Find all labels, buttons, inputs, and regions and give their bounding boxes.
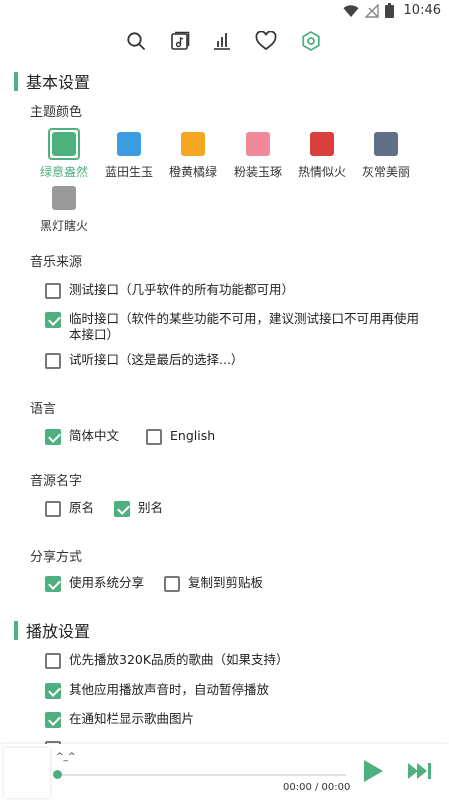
swatch-label: 灰常美丽 — [361, 165, 410, 179]
settings-icon[interactable] — [298, 28, 324, 54]
checkbox[interactable] — [45, 312, 61, 328]
playback-option-auto-pause[interactable]: 其他应用播放声音时，自动暂停播放 — [45, 682, 269, 699]
checkbox-label: 优先播放320K品质的歌曲（如果支持） — [69, 652, 289, 667]
theme-swatch-pink[interactable]: 粉装玉琢 — [229, 128, 287, 188]
section-marker — [14, 71, 18, 91]
checkbox[interactable] — [146, 429, 162, 445]
checkbox-label: 其他应用播放声音时，自动暂停播放 — [69, 682, 270, 697]
playback-option-notification-cover[interactable]: 在通知栏显示歌曲图片 — [45, 711, 194, 728]
no-signal-icon — [364, 3, 379, 18]
language-option-zh[interactable]: 简体中文 — [45, 428, 119, 445]
clock: 10:46 — [403, 3, 441, 18]
play-icon[interactable] — [360, 758, 386, 784]
next-track-icon[interactable] — [407, 760, 435, 782]
checkbox[interactable] — [45, 501, 61, 517]
theme-color-label: 主题颜色 — [30, 105, 83, 120]
favorite-icon[interactable] — [253, 28, 279, 54]
checkbox[interactable] — [45, 712, 61, 728]
checkbox-label: 简体中文 — [69, 428, 120, 443]
song-title: ^_^ — [56, 752, 76, 762]
checkbox-label: 复制到剪贴板 — [188, 575, 264, 590]
swatch-color — [52, 132, 76, 156]
section-title: 基本设置 — [26, 73, 91, 92]
source-name-alias[interactable]: 别名 — [114, 500, 163, 517]
progress-handle[interactable] — [53, 770, 62, 779]
theme-swatch-blue[interactable]: 蓝田生玉 — [100, 128, 158, 188]
playback-option-320k[interactable]: 优先播放320K品质的歌曲（如果支持） — [45, 652, 289, 669]
swatch-label: 黑灯瞎火 — [39, 219, 88, 233]
section-playback-settings: 播放设置 — [14, 619, 90, 641]
checkbox-label: 使用系统分享 — [69, 575, 145, 590]
swatch-label: 粉装玉琢 — [233, 165, 282, 179]
section-marker — [14, 620, 18, 640]
mini-player: ^_^ 00:00 / 00:00 — [0, 744, 449, 800]
checkbox[interactable] — [114, 501, 130, 517]
status-bar: 10:46 — [0, 0, 449, 24]
checkbox-label: 测试接口（几乎软件的所有功能都可用） — [69, 282, 295, 297]
theme-swatch-dark[interactable]: 黑灯瞎火 — [35, 182, 93, 242]
checkbox[interactable] — [45, 576, 61, 592]
progress-track[interactable] — [58, 774, 346, 776]
theme-swatch-gray[interactable]: 灰常美丽 — [357, 128, 415, 188]
language-option-en[interactable]: English — [146, 428, 215, 445]
battery-icon — [384, 3, 394, 18]
checkbox[interactable] — [45, 429, 61, 445]
checkbox-label: 临时接口（软件的某些功能不可用，建议测试接口不可用再使用本接口） — [69, 311, 420, 342]
swatch-label: 蓝田生玉 — [104, 165, 153, 179]
language-label: 语言 — [30, 402, 57, 417]
checkbox[interactable] — [45, 283, 61, 299]
theme-swatch-green[interactable]: 绿意盎然 — [35, 128, 93, 188]
checkbox[interactable] — [45, 653, 61, 669]
swatch-label: 绿意盎然 — [39, 165, 88, 179]
swatch-color — [117, 132, 141, 156]
source-name-label: 音源名字 — [30, 474, 83, 489]
checkbox-label: 在通知栏显示歌曲图片 — [69, 711, 195, 726]
source-option-temp-api[interactable]: 临时接口（软件的某些功能不可用，建议测试接口不可用再使用本接口） — [45, 311, 430, 343]
swatch-color — [310, 132, 334, 156]
music-library-icon[interactable] — [167, 28, 193, 54]
checkbox-label: 试听接口（这是最后的选择...） — [69, 352, 244, 367]
wifi-icon — [343, 4, 359, 18]
album-cover[interactable] — [4, 748, 50, 798]
checkbox[interactable] — [45, 353, 61, 369]
share-option-clipboard[interactable]: 复制到剪贴板 — [164, 575, 263, 592]
section-title: 播放设置 — [26, 622, 91, 641]
search-icon[interactable] — [123, 28, 149, 54]
checkbox-label: 原名 — [69, 500, 95, 515]
settings-content: 基本设置 主题颜色 绿意盎然 蓝田生玉 橙黄橘绿 粉装玉琢 热情似火 灰常美丽 … — [0, 60, 449, 744]
checkbox-label: 别名 — [138, 500, 164, 515]
leaderboard-icon[interactable] — [209, 28, 235, 54]
swatch-label: 热情似火 — [297, 165, 346, 179]
play-time: 00:00 / 00:00 — [283, 782, 351, 793]
music-source-label: 音乐来源 — [30, 255, 83, 270]
swatch-color — [52, 186, 76, 210]
share-option-system[interactable]: 使用系统分享 — [45, 575, 144, 592]
checkbox[interactable] — [45, 683, 61, 699]
swatch-color — [181, 132, 205, 156]
swatch-color — [246, 132, 270, 156]
top-toolbar — [0, 26, 449, 56]
theme-swatch-red[interactable]: 热情似火 — [293, 128, 351, 188]
source-option-test-api[interactable]: 测试接口（几乎软件的所有功能都可用） — [45, 282, 435, 299]
checkbox[interactable] — [164, 576, 180, 592]
swatch-label: 橙黄橘绿 — [168, 165, 217, 179]
checkbox-label: English — [170, 428, 216, 443]
share-method-label: 分享方式 — [30, 550, 83, 565]
source-name-original[interactable]: 原名 — [45, 500, 94, 517]
swatch-color — [374, 132, 398, 156]
section-basic-settings: 基本设置 — [14, 70, 90, 92]
theme-swatch-orange[interactable]: 橙黄橘绿 — [164, 128, 222, 188]
source-option-preview-api[interactable]: 试听接口（这是最后的选择...） — [45, 352, 435, 369]
